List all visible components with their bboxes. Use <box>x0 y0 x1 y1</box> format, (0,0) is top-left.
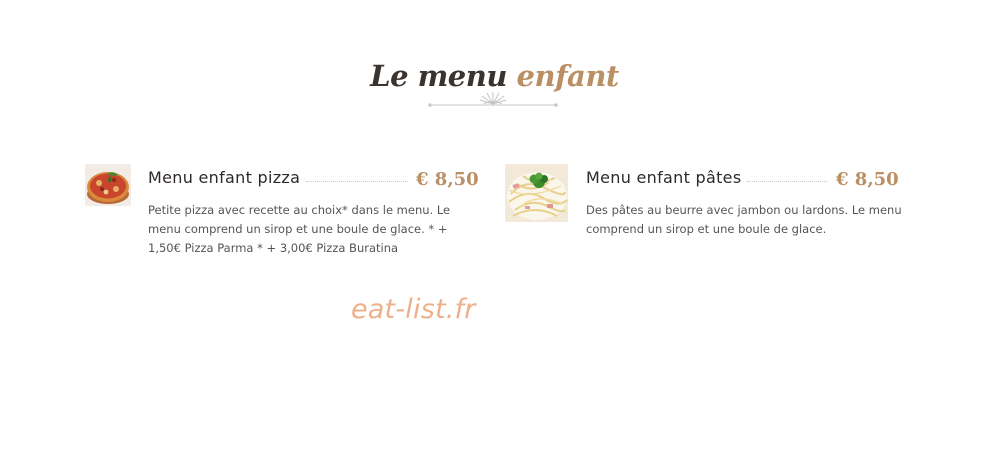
section-title: Le menu enfant <box>0 59 989 93</box>
watermark-text: eat-list.fr <box>351 294 476 325</box>
item-description-pizza: Petite pizza avec recette au choix* dans… <box>148 203 451 255</box>
ornament-divider <box>428 92 558 107</box>
item-name-pizza: Menu enfant pizza <box>148 168 301 187</box>
price-leader-dots <box>747 181 827 182</box>
item-price-pizza: € 8,50 <box>416 169 479 190</box>
title-main: Le menu <box>370 59 507 94</box>
item-description-pasta: Des pâtes au beurre avec jambon ou lardo… <box>586 203 902 236</box>
pizza-photo[interactable] <box>85 164 131 206</box>
price-leader-dots <box>306 181 408 182</box>
title-accent: enfant <box>516 59 620 94</box>
item-name-pasta: Menu enfant pâtes <box>586 168 742 187</box>
item-price-pasta: € 8,50 <box>836 169 899 190</box>
pasta-photo[interactable] <box>505 164 568 222</box>
